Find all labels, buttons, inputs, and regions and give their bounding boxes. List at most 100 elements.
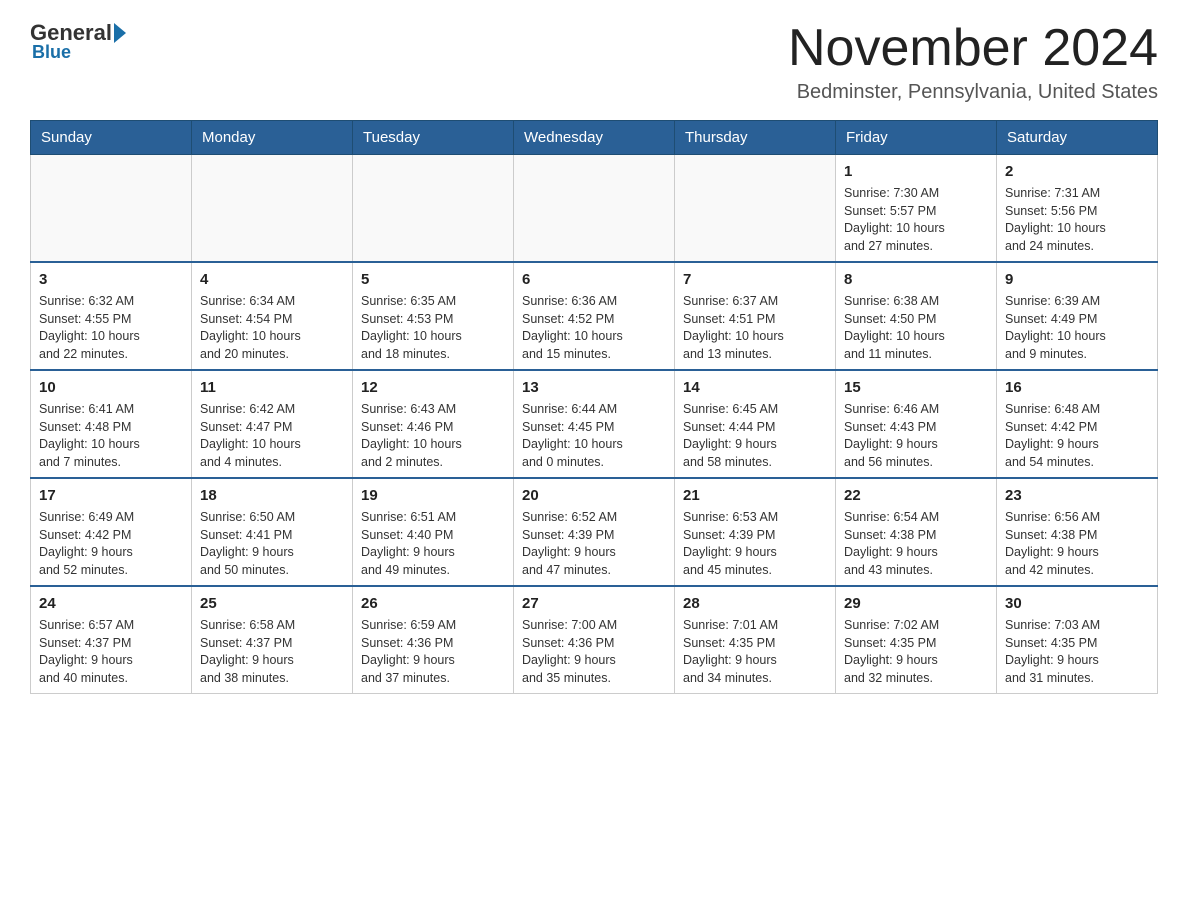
day-number: 4: [200, 269, 344, 290]
calendar-cell: 11 Sunrise: 6:42 AM Sunset: 4:47 PM Dayli…: [192, 370, 353, 478]
logo-blue: Blue: [32, 42, 71, 63]
calendar-cell: 3 Sunrise: 6:32 AM Sunset: 4:55 PM Daylig…: [31, 262, 192, 370]
day-info: Sunrise: 7:31 AM Sunset: 5:56 PM Dayligh…: [1005, 185, 1149, 255]
weekday-header-saturday: Saturday: [997, 121, 1158, 155]
calendar-cell: 2 Sunrise: 7:31 AM Sunset: 5:56 PM Daylig…: [997, 155, 1158, 263]
calendar-week-2: 3 Sunrise: 6:32 AM Sunset: 4:55 PM Daylig…: [31, 262, 1158, 370]
day-number: 20: [522, 485, 666, 506]
day-info: Sunrise: 6:59 AM Sunset: 4:36 PM Dayligh…: [361, 617, 505, 687]
calendar-cell: 23 Sunrise: 6:56 AM Sunset: 4:38 PM Dayli…: [997, 478, 1158, 586]
calendar-title-area: November 2024 Bedminster, Pennsylvania, …: [788, 20, 1158, 104]
calendar-cell: 21 Sunrise: 6:53 AM Sunset: 4:39 PM Dayli…: [675, 478, 836, 586]
day-number: 10: [39, 377, 183, 398]
day-info: Sunrise: 6:36 AM Sunset: 4:52 PM Dayligh…: [522, 293, 666, 363]
calendar-cell: 25 Sunrise: 6:58 AM Sunset: 4:37 PM Dayli…: [192, 586, 353, 694]
calendar-cell: 13Sunrise: 6:44 AM Sunset: 4:45 PM Dayli…: [514, 370, 675, 478]
day-info: Sunrise: 7:01 AM Sunset: 4:35 PM Dayligh…: [683, 617, 827, 687]
day-info: Sunrise: 6:57 AM Sunset: 4:37 PM Dayligh…: [39, 617, 183, 687]
calendar-week-4: 17 Sunrise: 6:49 AM Sunset: 4:42 PM Dayli…: [31, 478, 1158, 586]
weekday-header-friday: Friday: [836, 121, 997, 155]
day-number: 11: [200, 377, 344, 398]
calendar-cell: 7 Sunrise: 6:37 AM Sunset: 4:51 PM Daylig…: [675, 262, 836, 370]
calendar-cell: 18Sunrise: 6:50 AM Sunset: 4:41 PM Dayli…: [192, 478, 353, 586]
day-number: 1: [844, 161, 988, 182]
day-number: 17: [39, 485, 183, 506]
calendar-location: Bedminster, Pennsylvania, United States: [788, 81, 1158, 104]
logo: General Blue: [30, 20, 128, 63]
day-info: Sunrise: 7:02 AM Sunset: 4:35 PM Dayligh…: [844, 617, 988, 687]
calendar-header-row: SundayMondayTuesdayWednesdayThursdayFrid…: [31, 121, 1158, 155]
day-info: Sunrise: 6:56 AM Sunset: 4:38 PM Dayligh…: [1005, 509, 1149, 579]
calendar-cell: 9Sunrise: 6:39 AM Sunset: 4:49 PM Daylig…: [997, 262, 1158, 370]
calendar-cell: 6 Sunrise: 6:36 AM Sunset: 4:52 PM Daylig…: [514, 262, 675, 370]
calendar-cell: 17 Sunrise: 6:49 AM Sunset: 4:42 PM Dayli…: [31, 478, 192, 586]
calendar-cell: 28 Sunrise: 7:01 AM Sunset: 4:35 PM Dayli…: [675, 586, 836, 694]
day-number: 26: [361, 593, 505, 614]
day-info: Sunrise: 6:41 AM Sunset: 4:48 PM Dayligh…: [39, 401, 183, 471]
calendar-cell: [192, 155, 353, 263]
calendar-cell: 10 Sunrise: 6:41 AM Sunset: 4:48 PM Dayli…: [31, 370, 192, 478]
calendar-cell: 27 Sunrise: 7:00 AM Sunset: 4:36 PM Dayli…: [514, 586, 675, 694]
weekday-header-thursday: Thursday: [675, 121, 836, 155]
day-info: Sunrise: 6:44 AM Sunset: 4:45 PM Dayligh…: [522, 401, 666, 471]
day-number: 19: [361, 485, 505, 506]
day-info: Sunrise: 6:34 AM Sunset: 4:54 PM Dayligh…: [200, 293, 344, 363]
calendar-cell: 16 Sunrise: 6:48 AM Sunset: 4:42 PM Dayli…: [997, 370, 1158, 478]
calendar-cell: 19 Sunrise: 6:51 AM Sunset: 4:40 PM Dayli…: [353, 478, 514, 586]
day-number: 27: [522, 593, 666, 614]
day-number: 7: [683, 269, 827, 290]
day-info: Sunrise: 6:49 AM Sunset: 4:42 PM Dayligh…: [39, 509, 183, 579]
calendar-month-year: November 2024: [788, 20, 1158, 77]
calendar-cell: [353, 155, 514, 263]
calendar-cell: 20 Sunrise: 6:52 AM Sunset: 4:39 PM Dayli…: [514, 478, 675, 586]
day-info: Sunrise: 7:30 AM Sunset: 5:57 PM Dayligh…: [844, 185, 988, 255]
day-info: Sunrise: 6:32 AM Sunset: 4:55 PM Dayligh…: [39, 293, 183, 363]
day-info: Sunrise: 7:00 AM Sunset: 4:36 PM Dayligh…: [522, 617, 666, 687]
day-number: 15: [844, 377, 988, 398]
day-number: 16: [1005, 377, 1149, 398]
day-info: Sunrise: 6:48 AM Sunset: 4:42 PM Dayligh…: [1005, 401, 1149, 471]
day-number: 21: [683, 485, 827, 506]
day-number: 28: [683, 593, 827, 614]
calendar-cell: [675, 155, 836, 263]
day-info: Sunrise: 6:46 AM Sunset: 4:43 PM Dayligh…: [844, 401, 988, 471]
calendar-cell: 14Sunrise: 6:45 AM Sunset: 4:44 PM Dayli…: [675, 370, 836, 478]
day-info: Sunrise: 6:37 AM Sunset: 4:51 PM Dayligh…: [683, 293, 827, 363]
day-info: Sunrise: 6:54 AM Sunset: 4:38 PM Dayligh…: [844, 509, 988, 579]
calendar-cell: 24Sunrise: 6:57 AM Sunset: 4:37 PM Dayli…: [31, 586, 192, 694]
day-info: Sunrise: 6:52 AM Sunset: 4:39 PM Dayligh…: [522, 509, 666, 579]
day-number: 23: [1005, 485, 1149, 506]
day-number: 6: [522, 269, 666, 290]
calendar-cell: 29Sunrise: 7:02 AM Sunset: 4:35 PM Dayli…: [836, 586, 997, 694]
day-info: Sunrise: 7:03 AM Sunset: 4:35 PM Dayligh…: [1005, 617, 1149, 687]
weekday-header-wednesday: Wednesday: [514, 121, 675, 155]
day-info: Sunrise: 6:35 AM Sunset: 4:53 PM Dayligh…: [361, 293, 505, 363]
calendar-table: SundayMondayTuesdayWednesdayThursdayFrid…: [30, 120, 1158, 694]
calendar-cell: 4 Sunrise: 6:34 AM Sunset: 4:54 PM Daylig…: [192, 262, 353, 370]
calendar-cell: 1 Sunrise: 7:30 AM Sunset: 5:57 PM Daylig…: [836, 155, 997, 263]
day-info: Sunrise: 6:51 AM Sunset: 4:40 PM Dayligh…: [361, 509, 505, 579]
day-number: 22: [844, 485, 988, 506]
day-info: Sunrise: 6:58 AM Sunset: 4:37 PM Dayligh…: [200, 617, 344, 687]
day-info: Sunrise: 6:39 AM Sunset: 4:49 PM Dayligh…: [1005, 293, 1149, 363]
day-info: Sunrise: 6:50 AM Sunset: 4:41 PM Dayligh…: [200, 509, 344, 579]
calendar-cell: 5 Sunrise: 6:35 AM Sunset: 4:53 PM Daylig…: [353, 262, 514, 370]
day-info: Sunrise: 6:53 AM Sunset: 4:39 PM Dayligh…: [683, 509, 827, 579]
calendar-cell: [31, 155, 192, 263]
calendar-cell: 8 Sunrise: 6:38 AM Sunset: 4:50 PM Daylig…: [836, 262, 997, 370]
day-number: 8: [844, 269, 988, 290]
day-info: Sunrise: 6:42 AM Sunset: 4:47 PM Dayligh…: [200, 401, 344, 471]
logo-arrow-icon: [114, 23, 126, 43]
day-number: 30: [1005, 593, 1149, 614]
page-header: General Blue November 2024 Bedminster, P…: [30, 20, 1158, 104]
day-info: Sunrise: 6:45 AM Sunset: 4:44 PM Dayligh…: [683, 401, 827, 471]
weekday-header-monday: Monday: [192, 121, 353, 155]
day-number: 2: [1005, 161, 1149, 182]
calendar-week-5: 24Sunrise: 6:57 AM Sunset: 4:37 PM Dayli…: [31, 586, 1158, 694]
day-info: Sunrise: 6:38 AM Sunset: 4:50 PM Dayligh…: [844, 293, 988, 363]
day-info: Sunrise: 6:43 AM Sunset: 4:46 PM Dayligh…: [361, 401, 505, 471]
calendar-cell: 26 Sunrise: 6:59 AM Sunset: 4:36 PM Dayli…: [353, 586, 514, 694]
day-number: 5: [361, 269, 505, 290]
day-number: 25: [200, 593, 344, 614]
day-number: 3: [39, 269, 183, 290]
